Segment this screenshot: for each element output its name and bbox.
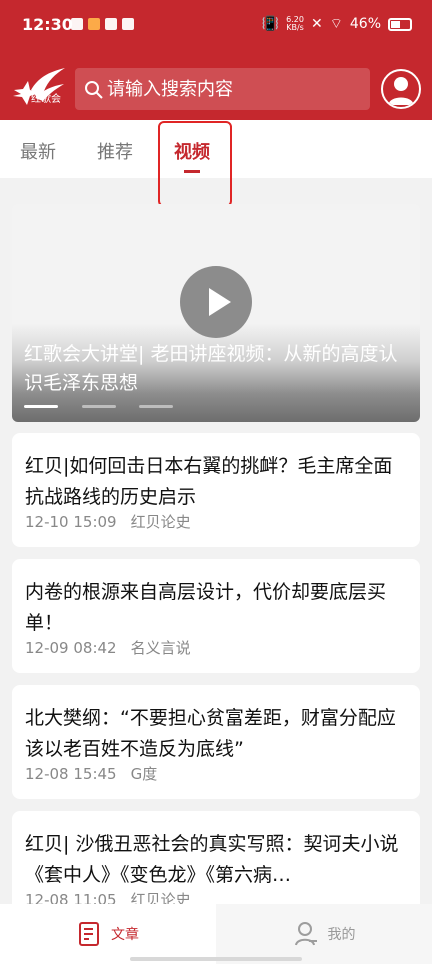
notification-icon xyxy=(105,18,117,30)
user-icon xyxy=(294,922,317,946)
vibrate-icon: 📳 xyxy=(261,16,280,32)
status-bar: 12:30 📳 6.20 KB/s ✕ ⌔ 46% xyxy=(0,0,432,52)
article-card[interactable]: 红贝|如何回击日本右翼的挑衅？毛主席全面抗战路线的历史启示 12-10 15:0… xyxy=(12,433,420,547)
tab-latest[interactable]: 最新 xyxy=(20,138,56,164)
search-icon xyxy=(85,81,103,99)
data-off-icon: ✕ xyxy=(310,16,323,32)
notification-icon xyxy=(88,18,100,30)
carousel-dot[interactable] xyxy=(82,405,116,408)
app-header: 12:30 📳 6.20 KB/s ✕ ⌔ 46% 红歌会 xyxy=(0,0,432,120)
selection-highlight xyxy=(158,121,232,207)
user-avatar-icon xyxy=(388,77,414,105)
article-title: 内卷的根源来自高层设计，代价却要底层买单！ xyxy=(25,581,387,634)
notification-icon xyxy=(71,18,83,30)
article-source: 名义言说 xyxy=(130,639,191,657)
video-title: 红歌会大讲堂| 老田讲座视频：从新的高度认识毛泽东思想 xyxy=(24,343,398,394)
article-time: 12-10 15:09 xyxy=(25,513,117,531)
status-time: 12:30 xyxy=(22,15,73,34)
article-time: 12-08 15:45 xyxy=(25,765,117,783)
article-meta: 12-10 15:09 红贝论史 xyxy=(25,511,205,532)
avatar[interactable] xyxy=(381,69,421,109)
status-icons: 📳 6.20 KB/s ✕ ⌔ 46% xyxy=(262,15,412,33)
article-meta: 12-08 15:45 G度 xyxy=(25,763,171,784)
article-card[interactable]: 内卷的根源来自高层设计，代价却要底层买单！ 12-09 08:42 名义言说 xyxy=(12,559,420,673)
carousel-dot[interactable] xyxy=(139,405,173,408)
article-source: G度 xyxy=(130,765,158,783)
article-meta: 12-09 08:42 名义言说 xyxy=(25,637,205,658)
featured-video[interactable]: 红歌会大讲堂| 老田讲座视频：从新的高度认识毛泽东思想 xyxy=(12,204,420,422)
wifi-icon: ⌔ xyxy=(329,16,343,32)
home-indicator xyxy=(130,957,302,961)
notification-icon xyxy=(122,18,134,30)
logo-text: 红歌会 xyxy=(31,94,61,105)
network-speed-unit: KB/s xyxy=(286,23,304,32)
nav-articles[interactable]: 文章 xyxy=(0,904,216,964)
article-title: 北大樊纲：“不要担心贫富差距，财富分配应该以老百姓不造反为底线” xyxy=(25,707,396,760)
article-source: 红贝论史 xyxy=(130,513,191,531)
article-card[interactable]: 北大樊纲：“不要担心贫富差距，财富分配应该以老百姓不造反为底线” 12-08 1… xyxy=(12,685,420,799)
tab-recommended[interactable]: 推荐 xyxy=(97,138,133,164)
nav-mine-label: 我的 xyxy=(327,927,356,943)
carousel-dot[interactable] xyxy=(24,405,58,408)
document-icon xyxy=(79,922,99,946)
network-speed: 6.20 KB/s xyxy=(286,16,304,32)
play-button[interactable] xyxy=(180,266,252,338)
search-box[interactable] xyxy=(75,68,370,110)
battery-icon xyxy=(388,17,412,31)
bottom-navigation: 文章 我的 xyxy=(0,904,432,964)
article-title: 红贝|如何回击日本右翼的挑衅？毛主席全面抗战路线的历史启示 xyxy=(25,455,393,508)
nav-articles-label: 文章 xyxy=(111,927,139,943)
article-title: 红贝| 沙俄丑恶社会的真实写照：契诃夫小说《套中人》《变色龙》《第六病… xyxy=(25,833,399,886)
search-input[interactable] xyxy=(107,68,357,110)
nav-mine[interactable]: 我的 xyxy=(216,904,432,964)
article-time: 12-09 08:42 xyxy=(25,639,117,657)
battery-percent: 46% xyxy=(349,16,381,32)
